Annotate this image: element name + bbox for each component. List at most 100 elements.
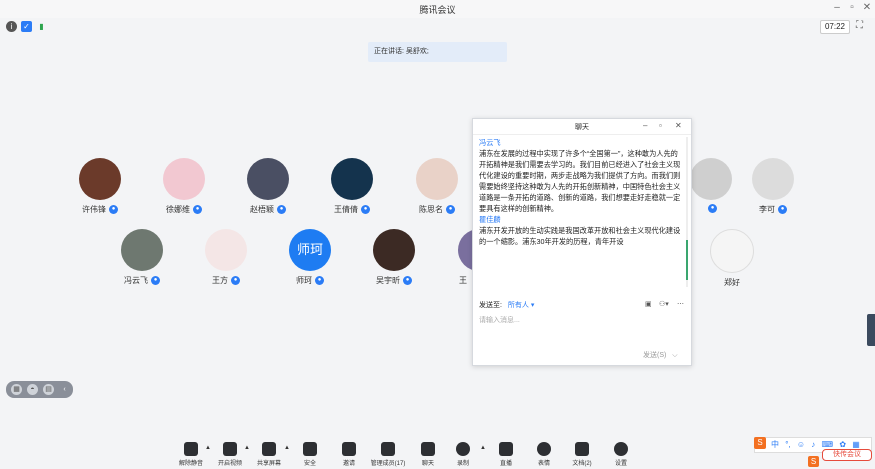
avatar <box>373 229 415 271</box>
security-icon[interactable]: ✓ <box>21 21 32 32</box>
avatar <box>458 229 472 271</box>
more-icon[interactable]: ⋯ <box>677 300 684 308</box>
participant-tile[interactable]: 王方 ● <box>191 229 261 289</box>
send-to-select[interactable]: 所有人 <box>508 302 529 309</box>
participant-tile[interactable]: 郑好 <box>697 229 767 289</box>
message-sender: 瞿佳麟 <box>479 215 501 224</box>
participant-name: 李可 <box>759 205 775 214</box>
fullscreen-icon[interactable]: ⛶ <box>856 20 863 31</box>
participant-name: 王方 <box>212 276 228 285</box>
send-to-bar: 发送至: 所有人 ▾ ▣ ⚇▾ ⋯ <box>479 300 685 312</box>
participant-name: 赵梧颖 <box>250 205 274 214</box>
invite-button[interactable]: 邀请 <box>327 432 371 467</box>
punctuation-icon[interactable]: °, <box>785 440 790 449</box>
mic-icon: ● <box>778 205 787 215</box>
send-button[interactable]: 发送(S) ⌵ <box>643 350 678 360</box>
participant-tile[interactable]: 陈思名 ● <box>402 158 472 218</box>
message-sender: 冯云飞 <box>479 138 501 147</box>
participant-tile[interactable]: 李可 ● <box>738 158 808 218</box>
participant-tile[interactable]: 赵梧颖 ● <box>233 158 303 218</box>
participant-tile[interactable]: 徐娜维 ● <box>149 158 219 218</box>
skin-icon[interactable]: ✿ <box>839 440 846 449</box>
shield-icon <box>303 442 317 456</box>
speaker-view-icon[interactable]: ◓ <box>27 384 38 395</box>
participant-tile[interactable]: 许伟锋 ● <box>65 158 135 218</box>
settings-button[interactable]: 设置 <box>599 432 643 467</box>
manage-members-button[interactable]: 管理成员(17) <box>366 432 410 467</box>
mic-icon: ● <box>361 205 370 215</box>
gallery-view-icon[interactable]: ▤ <box>43 384 54 395</box>
record-button[interactable]: 录制 <box>441 432 485 467</box>
document-icon <box>575 442 589 456</box>
invite-icon <box>342 442 356 456</box>
documents-button[interactable]: 文档(2) <box>560 432 604 467</box>
mic-icon[interactable]: ♪ <box>811 440 815 449</box>
participant-tile[interactable]: 王倩倩 ● <box>317 158 387 218</box>
minimize-icon[interactable]: – <box>643 121 647 130</box>
mic-icon: ● <box>708 204 717 214</box>
chat-icon <box>421 442 435 456</box>
avatar <box>79 158 121 200</box>
keyboard-icon[interactable]: ⌨ <box>822 440 834 449</box>
view-switcher: ▦ ◓ ▤ ‹ <box>6 381 73 398</box>
record-icon <box>456 442 470 456</box>
close-icon[interactable]: ✕ <box>675 121 682 130</box>
mic-icon: ● <box>231 276 240 286</box>
avatar <box>205 229 247 271</box>
speaking-banner: 正在讲话: 吴舒欢; <box>368 42 507 62</box>
mic-muted-icon <box>184 442 198 456</box>
participant-name: 陈思名 <box>419 205 443 214</box>
chat-header: 聊天 – ▫ ✕ <box>473 119 691 135</box>
avatar <box>416 158 458 200</box>
mic-icon: ● <box>315 276 324 286</box>
participant-tile[interactable]: 师珂 师珂 ● <box>275 229 345 289</box>
message-text: 浦东开发开放的生动实践是我国改革开放和社会主义现代化建设的一个缩影。浦东30年开… <box>479 226 681 246</box>
chevron-down-icon[interactable]: ▾ <box>529 302 535 309</box>
chevron-down-icon[interactable]: ⌵ <box>672 352 677 359</box>
avatar <box>121 229 163 271</box>
live-icon <box>499 442 513 456</box>
meeting-timer: 07:22 <box>820 20 850 34</box>
participant-name: 王倩倩 <box>334 205 358 214</box>
mention-icon[interactable]: ⚇▾ <box>659 300 669 308</box>
toolbox-icon[interactable]: ▦ <box>852 440 860 449</box>
chat-panel: 聊天 – ▫ ✕ 冯云飞 浦东在发展的过程中实现了许多个“全国第一”，这种敢为人… <box>472 118 692 366</box>
mic-icon: ● <box>151 276 160 286</box>
avatar <box>163 158 205 200</box>
video-off-icon <box>223 442 237 456</box>
avatar <box>752 158 794 200</box>
sogou-logo-icon[interactable]: S <box>754 437 766 449</box>
minimize-icon[interactable]: – <box>830 2 844 13</box>
scrollbar-thumb[interactable] <box>686 240 688 280</box>
avatar <box>331 158 373 200</box>
sogou-logo-icon[interactable]: S <box>808 456 819 467</box>
ime-mode[interactable]: 中 <box>771 440 779 449</box>
chat-scrollbar[interactable] <box>686 137 688 287</box>
maximize-icon[interactable]: ▫ <box>845 2 859 13</box>
mic-icon: ● <box>446 205 455 215</box>
side-handle[interactable] <box>867 314 875 346</box>
avatar <box>710 229 754 273</box>
mic-icon: ● <box>403 276 412 286</box>
participant-name: 吴宇昕 <box>376 276 400 285</box>
image-icon[interactable]: ▣ <box>645 300 652 308</box>
grid-view-icon[interactable]: ▦ <box>11 384 22 395</box>
collapse-icon[interactable]: ‹ <box>59 384 70 395</box>
close-icon[interactable]: ✕ <box>860 2 874 13</box>
signal-icon[interactable]: ▮ <box>36 21 47 32</box>
security-button[interactable]: 安全 <box>288 432 332 467</box>
send-to-label: 发送至: <box>479 302 502 309</box>
members-icon <box>381 442 395 456</box>
app-title: 腾讯会议 <box>419 5 456 15</box>
avatar <box>247 158 289 200</box>
chat-input[interactable]: 请输入消息... <box>479 315 685 345</box>
emoji-icon[interactable]: ☺ <box>797 440 805 449</box>
participant-tile[interactable]: 王 <box>443 229 472 289</box>
participant-tile[interactable]: 吴宇昕 ● <box>359 229 429 289</box>
info-icon[interactable]: i <box>6 21 17 32</box>
promo-badge[interactable]: 快传会议 <box>822 449 872 461</box>
maximize-icon[interactable]: ▫ <box>659 121 662 130</box>
mic-icon: ● <box>277 205 286 215</box>
participant-tile[interactable]: 冯云飞 ● <box>107 229 177 289</box>
info-bar: i ✓ ▮ <box>0 18 875 36</box>
